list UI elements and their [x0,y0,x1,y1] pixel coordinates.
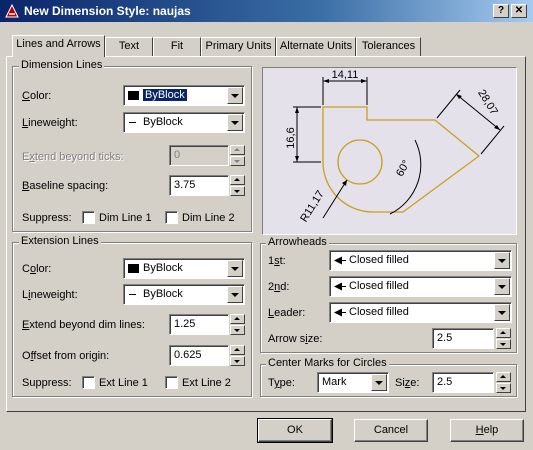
ok-button[interactable]: OK [257,418,333,443]
chevron-down-icon[interactable] [227,114,243,131]
baseline-spacing-input[interactable]: 3.75 [169,175,229,196]
extension-lines-title: Extension Lines [19,235,101,247]
dimension-lines-title: Dimension Lines [19,59,105,71]
baseline-spin-down[interactable] [230,186,245,196]
tab-text[interactable]: Text [105,37,153,56]
arrow-leader-value: Closed filled [349,306,409,318]
ext-line1-label[interactable]: Ext Line 1 [99,377,148,389]
line-weight-icon [129,294,136,295]
ext-lineweight-combo[interactable]: ByBlock [123,284,245,305]
arrow-first-value: Closed filled [349,254,409,266]
ext-line1-checkbox[interactable] [82,376,95,389]
extend-dim-spin-up[interactable] [230,314,245,324]
arrow-second-value: Closed filled [349,280,409,292]
tab-alternate-units[interactable]: Alternate Units [276,37,356,56]
window-title: New Dimension Style: naujas [24,4,191,18]
ext-lineweight-value: ByBlock [143,288,183,300]
line-weight-icon [129,122,136,123]
extend-ticks-spin-up[interactable] [230,145,245,155]
center-type-combo[interactable]: Mark [317,372,389,393]
preview-dim-left: 16,6 [285,127,297,148]
ext-suppress-label: Suppress: [22,377,72,389]
dim-color-value: ByBlock [143,89,187,101]
dim-color-combo[interactable]: ByBlock [123,85,245,106]
center-size-spin-down[interactable] [496,383,511,393]
ext-color-label: Color: [22,263,52,275]
arrow-second-label: 2nd: [268,281,290,293]
dim-lineweight-combo[interactable]: ByBlock [123,112,245,133]
arrow-first-combo[interactable]: Closed filled [329,250,512,271]
ext-lineweight-label: Lineweight: [22,289,78,301]
tab-tolerances[interactable]: Tolerances [356,37,421,56]
ext-line2-label[interactable]: Ext Line 2 [182,377,231,389]
preview-dim-angle: 60° [394,158,413,178]
extend-ticks-spin-down[interactable] [230,156,245,166]
color-swatch [128,91,139,100]
arrow-leader-combo[interactable]: Closed filled [329,302,512,323]
closed-filled-arrow-icon [334,256,346,265]
center-type-label: Type: [268,377,295,389]
chevron-down-icon[interactable] [494,278,510,295]
chevron-down-icon[interactable] [227,87,243,104]
offset-spin-down[interactable] [230,356,245,366]
preview-dim-top: 14,11 [332,69,359,81]
arrow-second-combo[interactable]: Closed filled [329,276,512,297]
dim-color-label: Color: [22,90,52,102]
chevron-down-icon[interactable] [227,260,243,277]
arrow-leader-label: Leader: [268,307,306,319]
ext-color-combo[interactable]: ByBlock [123,258,245,279]
help-title-button[interactable]: ? [493,4,509,18]
arrow-size-label: Arrow size: [268,333,323,345]
color-swatch [128,264,139,273]
help-button[interactable]: Help [450,419,524,442]
tab-fit[interactable]: Fit [153,37,201,56]
dim-suppress-label: Suppress: [22,212,72,224]
autocad-app-icon [5,3,19,18]
center-size-spin-up[interactable] [496,372,511,382]
closed-filled-arrow-icon [334,308,346,317]
arrowheads-title: Arrowheads [266,236,329,248]
ext-line2-checkbox[interactable] [165,376,178,389]
preview-drawing: 14,11 16,6 28,07 60° R11,17 [285,69,505,225]
tab-primary-units[interactable]: Primary Units [201,37,276,56]
offset-origin-label: Offset from origin: [22,350,110,362]
baseline-spin-up[interactable] [230,175,245,185]
chevron-down-icon[interactable] [227,286,243,303]
offset-spin-up[interactable] [230,345,245,355]
center-marks-title: Center Marks for Circles [266,357,389,369]
dim-line2-checkbox[interactable] [165,211,178,224]
offset-origin-input[interactable]: 0.625 [169,345,229,366]
ext-color-value: ByBlock [143,262,183,274]
extend-ticks-input[interactable]: 0 [169,145,229,166]
tab-lines-and-arrows[interactable]: Lines and Arrows [12,35,105,57]
extend-dim-spin-down[interactable] [230,325,245,335]
cancel-button[interactable]: Cancel [354,419,428,442]
arrow-size-spin-down[interactable] [496,339,511,349]
extend-dim-lines-label: Extend beyond dim lines: [22,319,145,331]
extend-dim-lines-input[interactable]: 1.25 [169,314,229,335]
dim-line1-label[interactable]: Dim Line 1 [99,212,152,224]
style-preview: 14,11 16,6 28,07 60° R11,17 [262,67,517,235]
center-size-label: Size: [395,377,420,389]
center-size-input[interactable]: 2.5 [432,372,494,393]
arrow-size-input[interactable]: 2.5 [432,328,494,349]
chevron-down-icon[interactable] [494,252,510,269]
extend-ticks-label: Extend beyond ticks: [22,151,124,163]
close-icon[interactable]: ✕ [511,4,527,18]
baseline-spacing-label: Baseline spacing: [22,180,109,192]
dim-lineweight-value: ByBlock [143,116,183,128]
chevron-down-icon[interactable] [494,304,510,321]
closed-filled-arrow-icon [334,282,346,291]
arrow-first-label: 1st: [268,255,286,267]
arrow-size-spin-up[interactable] [496,328,511,338]
center-type-value: Mark [322,376,347,388]
preview-dim-radius: R11,17 [298,189,327,225]
dim-line1-checkbox[interactable] [82,211,95,224]
dim-line2-label[interactable]: Dim Line 2 [182,212,235,224]
dim-lineweight-label: Lineweight: [22,117,78,129]
chevron-down-icon[interactable] [371,374,387,391]
